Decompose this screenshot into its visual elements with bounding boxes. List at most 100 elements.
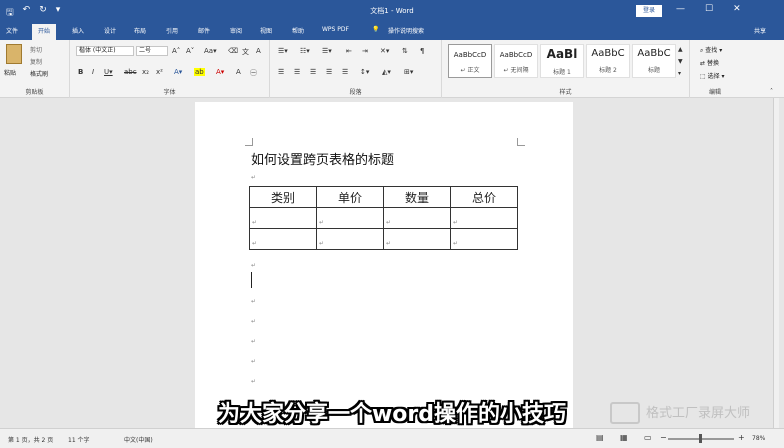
shrink-font-icon[interactable]: A˅: [186, 47, 194, 55]
text-effects-icon[interactable]: A▾: [174, 68, 182, 76]
table-header-row: 类别 单价 数量 总价: [249, 186, 518, 208]
font-size-select[interactable]: 二号: [136, 46, 168, 56]
document-title[interactable]: 如何设置跨页表格的标题: [251, 149, 394, 168]
styles-scroll-down-icon[interactable]: ▼: [678, 58, 683, 65]
format-painter-button[interactable]: 格式刷: [30, 69, 48, 78]
style-no-spacing[interactable]: AaBbCcD ↵ 无间隔: [494, 44, 538, 78]
strikethrough-icon[interactable]: abc: [124, 68, 137, 76]
document-table[interactable]: 类别 单价 数量 总价 ↵ ↵ ↵ ↵ ↵ ↵ ↵ ↵: [249, 186, 518, 250]
table-cell[interactable]: ↵: [316, 207, 384, 229]
table-header-cell[interactable]: 单价: [316, 186, 384, 208]
underline-icon[interactable]: U▾: [104, 68, 113, 76]
grow-font-icon[interactable]: A˄: [172, 47, 180, 55]
share-button[interactable]: 共享: [754, 26, 766, 35]
cut-button[interactable]: 剪切: [30, 45, 42, 54]
tab-wps-pdf[interactable]: WPS PDF: [322, 26, 349, 33]
table-cell[interactable]: ↵: [450, 228, 518, 250]
font-color-icon[interactable]: A▾: [216, 68, 224, 76]
tab-home[interactable]: 开始: [32, 24, 57, 40]
distributed-icon[interactable]: ☰: [342, 68, 348, 76]
align-left-icon[interactable]: ☰: [278, 68, 284, 76]
show-marks-icon[interactable]: ¶: [420, 47, 424, 55]
vertical-scrollbar[interactable]: [773, 98, 779, 428]
table-header-cell[interactable]: 类别: [249, 186, 317, 208]
tab-design[interactable]: 设计: [104, 26, 116, 35]
style-name: 标题 1: [553, 69, 571, 76]
language-indicator[interactable]: 中文(中国): [124, 435, 153, 444]
clear-format-icon[interactable]: ⌫: [228, 47, 238, 55]
subscript-icon[interactable]: x₂: [142, 68, 149, 76]
enclose-char-icon[interactable]: ㊀: [250, 68, 257, 78]
styles-more-icon[interactable]: ▾: [678, 70, 681, 77]
change-case-icon[interactable]: Aa▾: [204, 47, 217, 55]
phonetic-guide-icon[interactable]: 文: [242, 47, 249, 57]
styles-scroll-up-icon[interactable]: ▲: [678, 46, 683, 53]
superscript-icon[interactable]: x²: [156, 68, 163, 76]
bullets-icon[interactable]: ☰▾: [278, 47, 288, 55]
font-name-select[interactable]: 楷体 (中文正): [76, 46, 134, 56]
replace-button[interactable]: ⇄ 替换: [700, 58, 719, 67]
style-normal[interactable]: AaBbCcD ↵ 正文: [448, 44, 492, 78]
style-heading-1[interactable]: AaBl 标题 1: [540, 44, 584, 78]
print-layout-icon[interactable]: ▦: [620, 433, 628, 442]
table-cell[interactable]: ↵: [249, 207, 317, 229]
login-button[interactable]: 登录: [636, 5, 662, 17]
shading-icon[interactable]: ◭▾: [382, 68, 391, 76]
zoom-level[interactable]: 78%: [752, 435, 765, 442]
bold-icon[interactable]: B: [78, 68, 83, 76]
justify-icon[interactable]: ☰: [326, 68, 332, 76]
table-cell[interactable]: ↵: [450, 207, 518, 229]
tab-references[interactable]: 引用: [166, 26, 178, 35]
restore-button[interactable]: ☐: [705, 4, 713, 14]
increase-indent-icon[interactable]: ⇥: [362, 47, 368, 55]
zoom-slider-thumb[interactable]: [699, 434, 702, 443]
borders-icon[interactable]: ⊞▾: [404, 68, 413, 76]
table-cell[interactable]: ↵: [249, 228, 317, 250]
tab-help[interactable]: 帮助: [292, 26, 304, 35]
style-title[interactable]: AaBbC 标题: [632, 44, 676, 78]
table-cell[interactable]: ↵: [383, 207, 451, 229]
table-header-cell[interactable]: 总价: [450, 186, 518, 208]
tab-review[interactable]: 审阅: [230, 26, 242, 35]
highlight-icon[interactable]: ab: [194, 68, 205, 76]
align-center-icon[interactable]: ☰: [294, 68, 300, 76]
tab-file[interactable]: 文件: [6, 26, 18, 35]
table-cell[interactable]: ↵: [316, 228, 384, 250]
sort-icon[interactable]: ⇅: [402, 47, 408, 55]
char-shading-icon[interactable]: A: [236, 68, 241, 76]
word-count[interactable]: 11 个字: [68, 435, 90, 444]
web-layout-icon[interactable]: ▭: [644, 433, 652, 442]
paste-icon[interactable]: [6, 44, 22, 64]
tab-layout[interactable]: 布局: [134, 26, 146, 35]
page-count[interactable]: 第 1 页，共 2 页: [8, 435, 53, 444]
zoom-in-icon[interactable]: +: [738, 433, 745, 442]
select-button[interactable]: ⬚ 选择 ▾: [700, 71, 725, 80]
paste-button[interactable]: 粘贴: [4, 68, 16, 77]
cell-mark: ↵: [252, 240, 258, 247]
tab-insert[interactable]: 插入: [72, 26, 84, 35]
close-button[interactable]: ✕: [733, 4, 741, 14]
char-border-icon[interactable]: A: [256, 47, 261, 55]
table-cell[interactable]: ↵: [383, 228, 451, 250]
numbering-icon[interactable]: ☷▾: [300, 47, 310, 55]
find-label: 查找: [705, 47, 718, 54]
line-spacing-icon[interactable]: ↕▾: [360, 68, 369, 76]
zoom-out-icon[interactable]: −: [660, 433, 667, 442]
find-button[interactable]: ⌕ 查找 ▾: [700, 45, 722, 55]
italic-icon[interactable]: I: [92, 68, 94, 76]
read-mode-icon[interactable]: ▤: [596, 433, 604, 442]
multilevel-list-icon[interactable]: ☰▾: [322, 47, 332, 55]
tab-mailings[interactable]: 邮件: [198, 26, 210, 35]
copy-button[interactable]: 复制: [30, 57, 42, 66]
style-name: ↵ 无间隔: [503, 67, 529, 74]
style-heading-2[interactable]: AaBbC 标题 2: [586, 44, 630, 78]
tell-me-search[interactable]: 操作说明搜索: [388, 26, 424, 35]
tab-view[interactable]: 视图: [260, 26, 272, 35]
chinese-layout-icon[interactable]: ✕▾: [380, 47, 389, 55]
minimize-button[interactable]: —: [676, 4, 685, 14]
table-header-cell[interactable]: 数量: [383, 186, 451, 208]
document-page[interactable]: 如何设置跨页表格的标题 ↵ 类别 单价 数量 总价 ↵ ↵ ↵ ↵ ↵ ↵ ↵ …: [195, 102, 573, 428]
align-right-icon[interactable]: ☰: [310, 68, 316, 76]
decrease-indent-icon[interactable]: ⇤: [346, 47, 352, 55]
collapse-ribbon-icon[interactable]: ˄: [770, 88, 773, 95]
